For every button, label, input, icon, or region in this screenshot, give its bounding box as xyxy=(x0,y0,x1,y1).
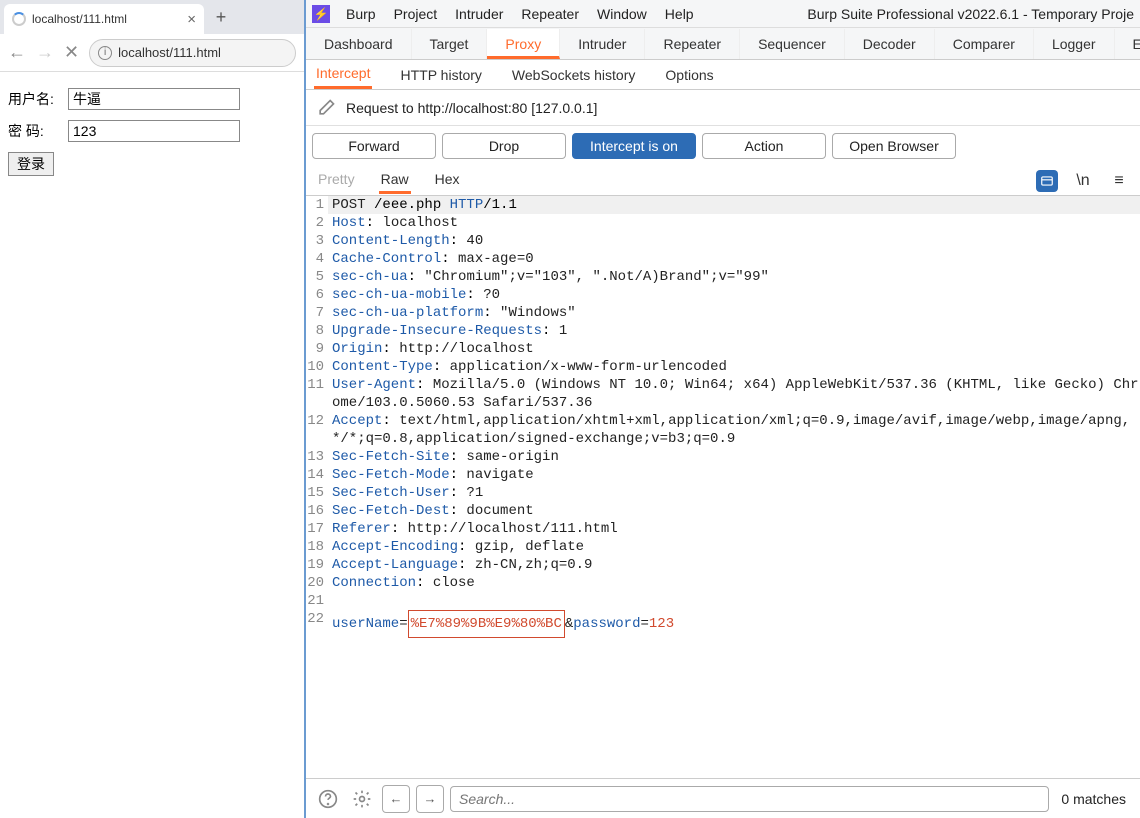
message-editor-icon[interactable] xyxy=(1036,170,1058,192)
hamburger-icon[interactable]: ≡ xyxy=(1108,170,1130,192)
burp-panel: ⚡ BurpProjectIntruderRepeaterWindowHelp … xyxy=(306,0,1140,818)
code-line: 8Upgrade-Insecure-Requests: 1 xyxy=(306,322,1140,340)
username-input[interactable] xyxy=(68,88,240,110)
open-browser-button[interactable]: Open Browser xyxy=(832,133,956,159)
code-line: 18Accept-Encoding: gzip, deflate xyxy=(306,538,1140,556)
viewtab-pretty[interactable]: Pretty xyxy=(316,167,357,194)
password-label: 密 码: xyxy=(8,121,64,141)
login-button[interactable]: 登录 xyxy=(8,152,54,176)
code-line: 17Referer: http://localhost/111.html xyxy=(306,520,1140,538)
subtab-http-history[interactable]: HTTP history xyxy=(398,62,483,88)
new-tab-button[interactable]: + xyxy=(208,4,234,30)
menu-help[interactable]: Help xyxy=(665,6,694,22)
action-bar: Forward Drop Intercept is on Action Open… xyxy=(306,126,1140,166)
code-line: 16Sec-Fetch-Dest: document xyxy=(306,502,1140,520)
subtab-options[interactable]: Options xyxy=(663,62,715,88)
url-bar[interactable]: i localhost/111.html xyxy=(89,39,296,67)
code-line: 13Sec-Fetch-Site: same-origin xyxy=(306,448,1140,466)
menu-burp[interactable]: Burp xyxy=(346,6,376,22)
newline-toggle-icon[interactable]: \n xyxy=(1072,170,1094,192)
matches-count: 0 matches xyxy=(1055,791,1132,807)
prev-match-button[interactable]: ← xyxy=(382,785,410,813)
edit-icon[interactable] xyxy=(316,98,336,118)
forward-button[interactable]: → xyxy=(36,42,54,63)
code-line: 15Sec-Fetch-User: ?1 xyxy=(306,484,1140,502)
code-line: 22userName=%E7%89%9B%E9%80%BC&password=1… xyxy=(306,610,1140,638)
request-editor[interactable]: 1POST /eee.php HTTP/1.12Host: localhost3… xyxy=(306,196,1140,778)
page-content: 用户名: 密 码: 登录 xyxy=(0,72,304,192)
burp-window-title: Burp Suite Professional v2022.6.1 - Temp… xyxy=(807,6,1134,22)
menu-window[interactable]: Window xyxy=(597,6,647,22)
subtab-websockets-history[interactable]: WebSockets history xyxy=(510,62,637,88)
loading-spinner-icon xyxy=(12,12,26,26)
forward-button[interactable]: Forward xyxy=(312,133,436,159)
code-line: 7sec-ch-ua-platform: "Windows" xyxy=(306,304,1140,322)
viewtab-hex[interactable]: Hex xyxy=(433,167,462,194)
code-line: 2Host: localhost xyxy=(306,214,1140,232)
tab-dashboard[interactable]: Dashboard xyxy=(306,29,412,59)
tab-target[interactable]: Target xyxy=(412,29,488,59)
burp-main-tabs: DashboardTargetProxyIntruderRepeaterSequ… xyxy=(306,28,1140,60)
code-line: 3Content-Length: 40 xyxy=(306,232,1140,250)
site-info-icon[interactable]: i xyxy=(98,46,112,60)
url-text: localhost/111.html xyxy=(118,45,221,60)
help-icon[interactable] xyxy=(314,785,342,813)
code-line: 14Sec-Fetch-Mode: navigate xyxy=(306,466,1140,484)
close-tab-icon[interactable]: × xyxy=(187,11,196,28)
action-button[interactable]: Action xyxy=(702,133,826,159)
burp-sub-tabs: Intercept HTTP history WebSockets history O… xyxy=(306,60,1140,90)
gear-icon[interactable] xyxy=(348,785,376,813)
intercept-toggle-button[interactable]: Intercept is on xyxy=(572,133,696,159)
back-button[interactable]: ← xyxy=(8,42,26,63)
browser-toolbar: ← → ✕ i localhost/111.html xyxy=(0,34,304,72)
next-match-button[interactable]: → xyxy=(416,785,444,813)
menu-intruder[interactable]: Intruder xyxy=(455,6,503,22)
tab-sequencer[interactable]: Sequencer xyxy=(740,29,845,59)
search-input[interactable] xyxy=(450,786,1049,812)
menu-project[interactable]: Project xyxy=(394,6,438,22)
browser-tab-strip: localhost/111.html × + xyxy=(0,0,304,34)
code-line: 11User-Agent: Mozilla/5.0 (Windows NT 10… xyxy=(306,376,1140,412)
tab-decoder[interactable]: Decoder xyxy=(845,29,935,59)
code-line: 5sec-ch-ua: "Chromium";v="103", ".Not/A)… xyxy=(306,268,1140,286)
request-info-bar: Request to http://localhost:80 [127.0.0.… xyxy=(306,90,1140,126)
tab-comparer[interactable]: Comparer xyxy=(935,29,1034,59)
tab-repeater[interactable]: Repeater xyxy=(645,29,740,59)
code-line: 21 xyxy=(306,592,1140,610)
menu-repeater[interactable]: Repeater xyxy=(521,6,579,22)
code-line: 19Accept-Language: zh-CN,zh;q=0.9 xyxy=(306,556,1140,574)
viewtab-raw[interactable]: Raw xyxy=(379,167,411,194)
password-input[interactable] xyxy=(68,120,240,142)
code-line: 20Connection: close xyxy=(306,574,1140,592)
browser-tab[interactable]: localhost/111.html × xyxy=(4,4,204,34)
tab-title: localhost/111.html xyxy=(32,12,181,26)
code-line: 4Cache-Control: max-age=0 xyxy=(306,250,1140,268)
tab-proxy[interactable]: Proxy xyxy=(487,29,560,59)
subtab-intercept[interactable]: Intercept xyxy=(314,60,372,89)
request-info-text: Request to http://localhost:80 [127.0.0.… xyxy=(346,100,597,116)
tab-logger[interactable]: Logger xyxy=(1034,29,1115,59)
browser-panel: localhost/111.html × + ← → ✕ i localhost… xyxy=(0,0,306,818)
stop-button[interactable]: ✕ xyxy=(64,42,79,63)
code-line: 1POST /eee.php HTTP/1.1 xyxy=(306,196,1140,214)
code-line: 12Accept: text/html,application/xhtml+xm… xyxy=(306,412,1140,448)
tab-exte[interactable]: Exte xyxy=(1115,29,1140,59)
code-line: 9Origin: http://localhost xyxy=(306,340,1140,358)
username-label: 用户名: xyxy=(8,89,64,109)
code-line: 10Content-Type: application/x-www-form-u… xyxy=(306,358,1140,376)
burp-logo-icon: ⚡ xyxy=(312,5,330,23)
view-tabs: Pretty Raw Hex \n ≡ xyxy=(306,166,1140,196)
code-line: 6sec-ch-ua-mobile: ?0 xyxy=(306,286,1140,304)
bottom-bar: ← → 0 matches xyxy=(306,778,1140,818)
tab-intruder[interactable]: Intruder xyxy=(560,29,645,59)
drop-button[interactable]: Drop xyxy=(442,133,566,159)
burp-menubar: ⚡ BurpProjectIntruderRepeaterWindowHelp … xyxy=(306,0,1140,28)
